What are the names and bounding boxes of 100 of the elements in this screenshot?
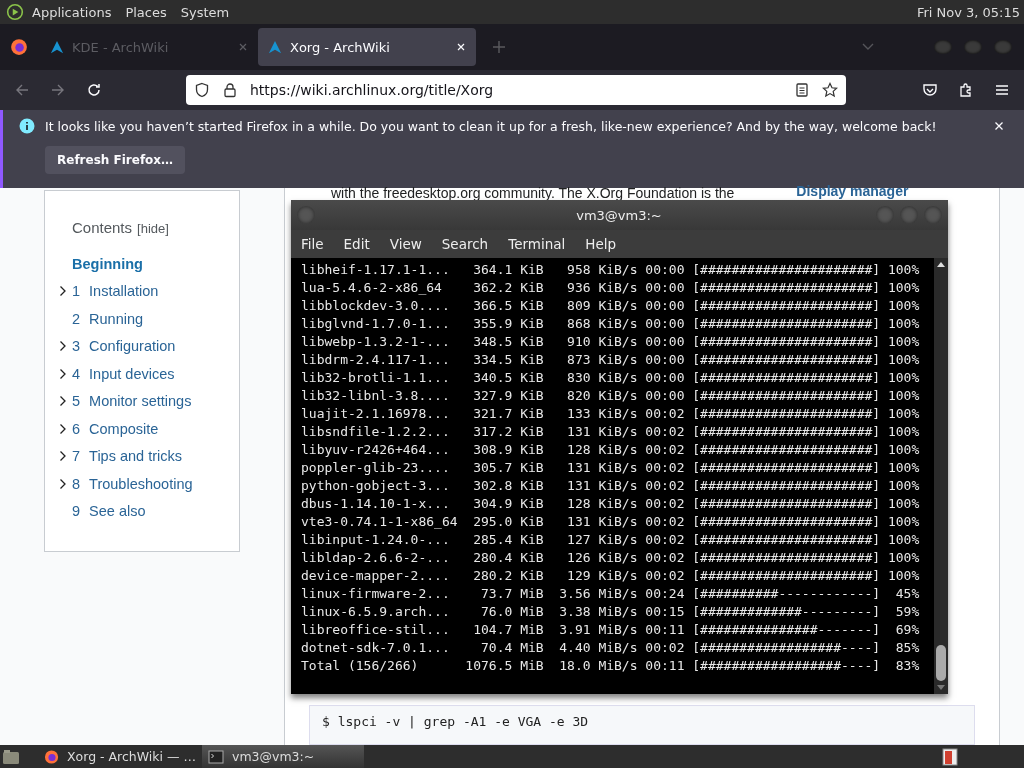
speed-text: 131 KiB/s [566,423,638,441]
package-name: libwebp-1.3.2-1-... [301,333,451,351]
scrollbar-thumb[interactable] [936,645,946,681]
percent-text: 100% [886,261,920,279]
info-icon [19,118,35,134]
hide-link[interactable]: [hide] [137,221,169,236]
scrollbar[interactable] [934,258,948,694]
firefox-icon [44,748,60,765]
progress-text: [######################] [691,441,881,459]
contents-item[interactable]: 9 See also [59,497,239,525]
refresh-firefox-button[interactable]: Refresh Firefox… [45,146,186,174]
back-arrow-icon[interactable] [14,82,30,98]
tab-title: KDE - ArchWiki [72,39,170,55]
chevron-right-icon[interactable] [59,450,67,463]
speed-text: 127 KiB/s [566,531,638,549]
pocket-icon[interactable] [922,82,938,98]
contents-item[interactable]: 6 Composite [59,415,239,443]
chevron-right-icon[interactable] [59,340,67,353]
package-name: python-gobject-3... [301,477,451,495]
terminal-menu[interactable]: Edit [343,236,370,252]
chevron-right-icon[interactable] [59,395,67,408]
terminal-menu[interactable]: File [301,236,324,252]
contents-item[interactable]: Beginning [59,250,239,278]
clock[interactable]: Fri Nov 3, 05:15 [916,4,1020,20]
percent-text: 100% [886,459,920,477]
progress-text: [######################] [691,261,881,279]
browser-tab[interactable]: Xorg - ArchWiki [258,28,476,66]
size-text: 73.7 MiB [480,585,544,603]
progress-text: [######################] [691,567,881,585]
contents-item[interactable]: 2 Running [59,305,239,333]
contents-item[interactable]: 7 Tips and tricks [59,442,239,470]
progress-text: [##################----] [691,657,881,675]
package-name: dotnet-sdk-7.0.1... [301,639,451,657]
triangle-logo-icon [268,40,282,54]
address-bar[interactable]: https://wiki.archlinux.org/title/Xorg [186,75,846,105]
menu-icon[interactable] [994,82,1010,98]
firefox-icon[interactable] [10,38,28,56]
package-name: libldap-2.6.6-2-... [301,549,451,567]
star-icon[interactable] [822,82,838,98]
size-text: 285.4 KiB [472,531,544,549]
url-text: https://wiki.archlinux.org/title/Xorg [250,82,494,98]
time-text: 00:02 [644,405,685,423]
panel-menu[interactable]: Applications [32,4,112,20]
size-text: 1076.5 MiB [465,657,544,675]
panel-menu[interactable]: System [180,4,230,20]
package-name: Total (156/266) [301,657,420,675]
speed-text: 4.40 MiB/s [558,639,638,657]
speed-text: 131 KiB/s [566,513,638,531]
terminal-icon [208,748,224,765]
percent-text: 100% [886,405,920,423]
contents-title: Contents [72,219,133,236]
package-name: lib32-brotli-1.1... [301,369,451,387]
clipboard-icon[interactable] [942,747,958,766]
reload-icon[interactable] [86,82,102,98]
terminal-menu[interactable]: Search [441,236,489,252]
contents-item[interactable]: 8 Troubleshooting [59,470,239,498]
shield-icon[interactable] [194,82,210,98]
speed-text: 129 KiB/s [566,567,638,585]
progress-text: [######################] [691,477,881,495]
contents-item[interactable]: 3 Configuration [59,332,239,360]
show-desktop-icon[interactable] [2,748,20,765]
size-text: 304.9 KiB [472,495,544,513]
panel-menu[interactable]: Places [125,4,167,20]
progress-text: [######################] [691,297,881,315]
padlock-icon[interactable] [222,82,238,98]
percent-text: 100% [886,369,920,387]
reader-view-icon[interactable] [794,82,810,98]
package-name: device-mapper-2.... [301,567,451,585]
speed-text: 830 KiB/s [566,369,638,387]
chevron-right-icon[interactable] [59,477,67,490]
scroll-down-icon[interactable] [937,685,945,691]
contents-item[interactable]: 5 Monitor settings [59,387,239,415]
distro-logo-icon[interactable] [6,3,24,21]
speed-text: 3.91 MiB/s [558,621,638,639]
terminal-menu[interactable]: View [389,236,422,252]
time-text: 00:02 [644,459,685,477]
terminal-menu[interactable]: Terminal [508,236,566,252]
taskbar-item[interactable]: Xorg - ArchWiki — … [38,745,202,768]
puzzle-piece-icon[interactable] [958,82,974,98]
time-text: 00:00 [644,315,685,333]
chevron-right-icon[interactable] [59,367,67,380]
size-text: 327.9 KiB [472,387,544,405]
chevron-right-icon[interactable] [59,285,67,298]
percent-text: 100% [886,297,920,315]
scroll-up-icon[interactable] [937,261,945,267]
time-text: 00:11 [644,621,685,639]
forward-arrow-icon[interactable] [50,82,66,98]
terminal-menu[interactable]: Help [585,236,617,252]
time-text: 00:02 [644,513,685,531]
size-text: 104.7 MiB [472,621,544,639]
size-text: 362.2 KiB [472,279,544,297]
contents-item[interactable]: 4 Input devices [59,360,239,388]
size-text: 348.5 KiB [472,333,544,351]
triangle-logo-icon [50,40,64,54]
contents-item[interactable]: 1 Installation [59,277,239,305]
progress-text: [######################] [691,513,881,531]
size-text: 302.8 KiB [472,477,544,495]
taskbar-item[interactable]: vm3@vm3:~ [202,745,364,768]
chevron-right-icon[interactable] [59,422,67,435]
time-text: 00:11 [644,657,685,675]
